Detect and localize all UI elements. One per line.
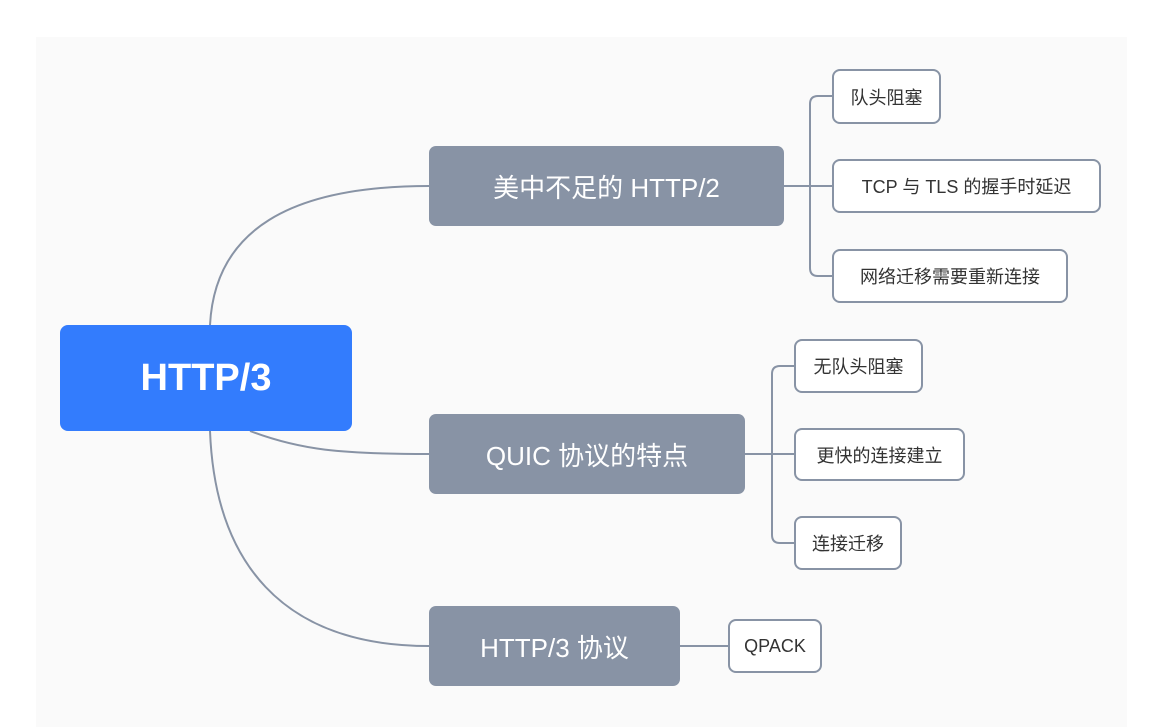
connector-branch-1-leaves xyxy=(784,95,832,277)
branch-label: QUIC 协议的特点 xyxy=(485,440,689,471)
leaf-label: 网络迁移需要重新连接 xyxy=(860,267,1040,287)
branch-node-http2[interactable]: 美中不足的 HTTP/2 xyxy=(429,146,784,226)
leaf-label: TCP 与 TLS 的握手时延迟 xyxy=(861,177,1072,197)
leaf-label: QPACK xyxy=(744,635,806,656)
connector-branch-2-leaves xyxy=(745,365,794,544)
leaf-node[interactable]: 连接迁移 xyxy=(794,516,902,570)
leaf-label: 连接迁移 xyxy=(812,534,884,554)
branch-node-quic[interactable]: QUIC 协议的特点 xyxy=(429,414,745,494)
branch-node-http3-protocol[interactable]: HTTP/3 协议 xyxy=(429,606,680,686)
leaf-label: 更快的连接建立 xyxy=(816,445,943,466)
branch-label: 美中不足的 HTTP/2 xyxy=(493,172,720,203)
connector-root-branch-3 xyxy=(209,430,430,647)
root-label: HTTP/3 xyxy=(140,356,272,399)
leaf-node[interactable]: 队头阻塞 xyxy=(832,69,941,124)
leaf-node[interactable]: TCP 与 TLS 的握手时延迟 xyxy=(832,159,1101,213)
leaf-label: 队头阻塞 xyxy=(850,87,923,108)
branch-label: HTTP/3 协议 xyxy=(480,632,629,663)
root-node[interactable]: HTTP/3 xyxy=(60,325,352,431)
leaf-node[interactable]: 无队头阻塞 xyxy=(794,339,923,393)
leaf-label: 无队头阻塞 xyxy=(813,357,904,377)
connector-root-branch-2 xyxy=(249,430,430,455)
leaf-node[interactable]: QPACK xyxy=(728,619,822,673)
leaf-node[interactable]: 网络迁移需要重新连接 xyxy=(832,249,1068,303)
connector-root-branch-1 xyxy=(209,185,430,326)
leaf-node[interactable]: 更快的连接建立 xyxy=(794,428,965,481)
